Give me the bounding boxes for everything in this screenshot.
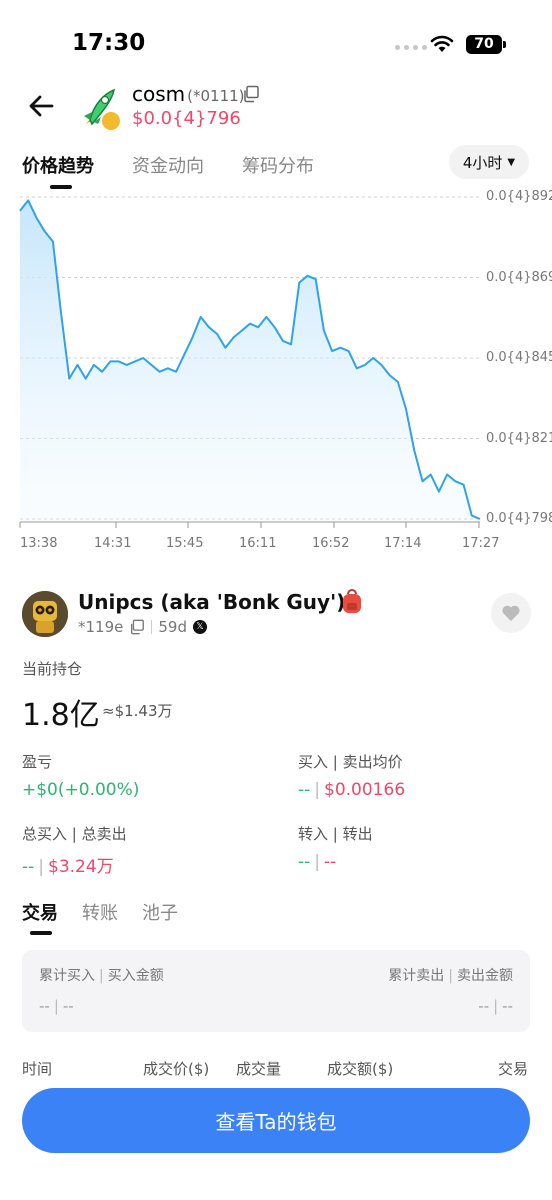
y-tick-label: 0.0{4}821 xyxy=(486,430,552,446)
view-wallet-button[interactable]: 查看Ta的钱包 xyxy=(22,1088,530,1153)
y-tick-label: 0.0{4}798 xyxy=(486,511,552,526)
buy-amount-label: 买入金额 xyxy=(107,968,164,984)
active-tab-indicator xyxy=(50,185,72,189)
tab-pools[interactable]: 池子 xyxy=(142,899,178,925)
caret-down-icon: ▼ xyxy=(507,156,516,168)
battery-level: 70 xyxy=(474,36,494,52)
battery-cap xyxy=(503,41,506,48)
tab-trades[interactable]: 交易 xyxy=(22,899,58,925)
sell-amount-value: -- xyxy=(502,997,513,1015)
avg-price-values: -- | $0.00166 xyxy=(298,780,405,800)
transfer-label: 转入 | 转出 xyxy=(298,825,373,843)
x-tick-label: 15:45 xyxy=(166,536,204,551)
pnl-label: 盈亏 xyxy=(22,753,53,771)
total-label: 总买入 | 总卖出 xyxy=(22,825,127,843)
col-trade: 交易 xyxy=(498,1060,529,1078)
heart-icon xyxy=(502,605,520,621)
divider xyxy=(151,620,153,634)
trader-meta: *119e 59d 𝕏 xyxy=(78,618,207,636)
active-tab-indicator xyxy=(30,931,52,935)
token-name: cosm xyxy=(132,82,186,106)
trader-card: Unipcs (aka 'Bonk Guy') *119e 59d 𝕏 xyxy=(0,585,552,645)
tab-chip-distribution[interactable]: 筹码分布 xyxy=(242,152,314,178)
holding-label: 当前持仓 xyxy=(22,660,83,678)
avg-buy-price: -- xyxy=(298,780,311,800)
activity-tabs: 交易 转账 池子 xyxy=(0,895,552,940)
sell-amount-label: 卖出金额 xyxy=(457,968,513,984)
y-tick-label: 0.0{4}869 xyxy=(486,269,552,285)
total-values: -- | $3.24万 xyxy=(22,852,114,877)
avg-sell-price: $0.00166 xyxy=(324,780,406,800)
holding-amount: 1.8亿 xyxy=(22,698,100,733)
tab-transfers[interactable]: 转账 xyxy=(82,899,118,925)
divider: | xyxy=(53,997,59,1015)
trade-summary: 累计买入 | 买入金额 累计卖出 | 卖出金额 -- | -- -- | -- xyxy=(22,950,530,1032)
chart-tabs: 价格趋势 资金动向 筹码分布 4小时 ▼ xyxy=(0,145,552,190)
divider: | xyxy=(448,968,453,984)
tab-price-trend[interactable]: 价格趋势 xyxy=(22,152,94,178)
battery-icon: 70 xyxy=(466,35,502,54)
sell-summary-values: -- | -- xyxy=(478,997,513,1015)
y-tick-label: 0.0{4}892 xyxy=(486,189,552,204)
col-amount: 成交额($) xyxy=(327,1060,394,1078)
x-tick-label: 13:38 xyxy=(20,536,58,551)
buy-summary-values: -- | -- xyxy=(39,997,74,1015)
token-header: cosm (*0111) $0.0{4}796 xyxy=(0,80,552,140)
holding-usd: ≈$1.43万 xyxy=(102,702,173,720)
timeframe-label: 4小时 xyxy=(462,153,503,172)
pnl-value: +$0(+0.00%) xyxy=(22,780,140,800)
status-bar: 17:30 70 xyxy=(0,0,552,80)
col-price: 成交价($) xyxy=(143,1060,210,1078)
divider: | xyxy=(493,997,499,1015)
price-area xyxy=(20,200,480,522)
sell-summary-label: 累计卖出 | 卖出金额 xyxy=(388,965,513,985)
x-tick-label: 16:52 xyxy=(312,536,350,551)
col-volume: 成交量 xyxy=(236,1060,282,1078)
x-tick-label: 17:27 xyxy=(462,536,500,551)
divider: | xyxy=(99,968,104,984)
trade-table-header: 时间 成交价($) 成交量 成交额($) 交易 xyxy=(0,1058,552,1082)
trader-avatar[interactable] xyxy=(22,591,68,637)
cumulative-sell-value: -- xyxy=(478,997,490,1015)
total-buy: -- xyxy=(22,857,35,877)
x-tick-label: 17:14 xyxy=(384,536,422,551)
trader-name: Unipcs (aka 'Bonk Guy') xyxy=(78,590,346,614)
trader-address: *119e xyxy=(78,618,124,636)
divider: | xyxy=(314,852,321,872)
buy-amount-value: -- xyxy=(62,997,74,1015)
transfer-out: -- xyxy=(324,852,337,872)
token-title: cosm (*0111) xyxy=(132,82,245,106)
divider: | xyxy=(314,780,321,800)
bnb-chain-icon xyxy=(100,110,122,132)
transfer-values: -- | -- xyxy=(298,852,336,872)
wallet-age: 59d xyxy=(158,618,187,636)
status-time: 17:30 xyxy=(72,30,146,56)
copy-icon[interactable] xyxy=(129,619,145,635)
col-time: 时间 xyxy=(22,1060,53,1078)
transfer-in: -- xyxy=(298,852,311,872)
token-address: (*0111) xyxy=(187,87,245,105)
x-twitter-icon[interactable]: 𝕏 xyxy=(192,620,207,634)
y-tick-label: 0.0{4}845 xyxy=(486,350,552,365)
total-sell: $3.24万 xyxy=(48,857,114,877)
x-tick-label: 14:31 xyxy=(94,536,132,551)
cumulative-buy-label: 累计买入 xyxy=(39,968,95,984)
favorite-button[interactable] xyxy=(491,593,531,633)
back-arrow-icon[interactable] xyxy=(26,90,58,122)
x-tick-label: 16:11 xyxy=(239,536,277,551)
tab-fund-flow[interactable]: 资金动向 xyxy=(132,152,204,178)
wifi-icon xyxy=(430,35,454,52)
token-price: $0.0{4}796 xyxy=(132,108,241,129)
divider: | xyxy=(38,857,45,877)
timeframe-dropdown[interactable]: 4小时 ▼ xyxy=(449,145,529,179)
signal-icon xyxy=(395,45,427,50)
cumulative-sell-label: 累计卖出 xyxy=(388,968,445,984)
backpack-icon xyxy=(343,589,361,613)
price-chart[interactable]: 0.0{4}892 0.0{4}869 0.0{4}845 0.0{4}821 0.0{… xyxy=(0,189,552,555)
buy-summary-label: 累计买入 | 买入金额 xyxy=(39,965,164,985)
price-chart-svg xyxy=(19,196,481,528)
avg-price-label: 买入 | 卖出均价 xyxy=(298,753,403,771)
cumulative-buy-value: -- xyxy=(39,997,50,1015)
copy-icon[interactable] xyxy=(242,85,260,103)
